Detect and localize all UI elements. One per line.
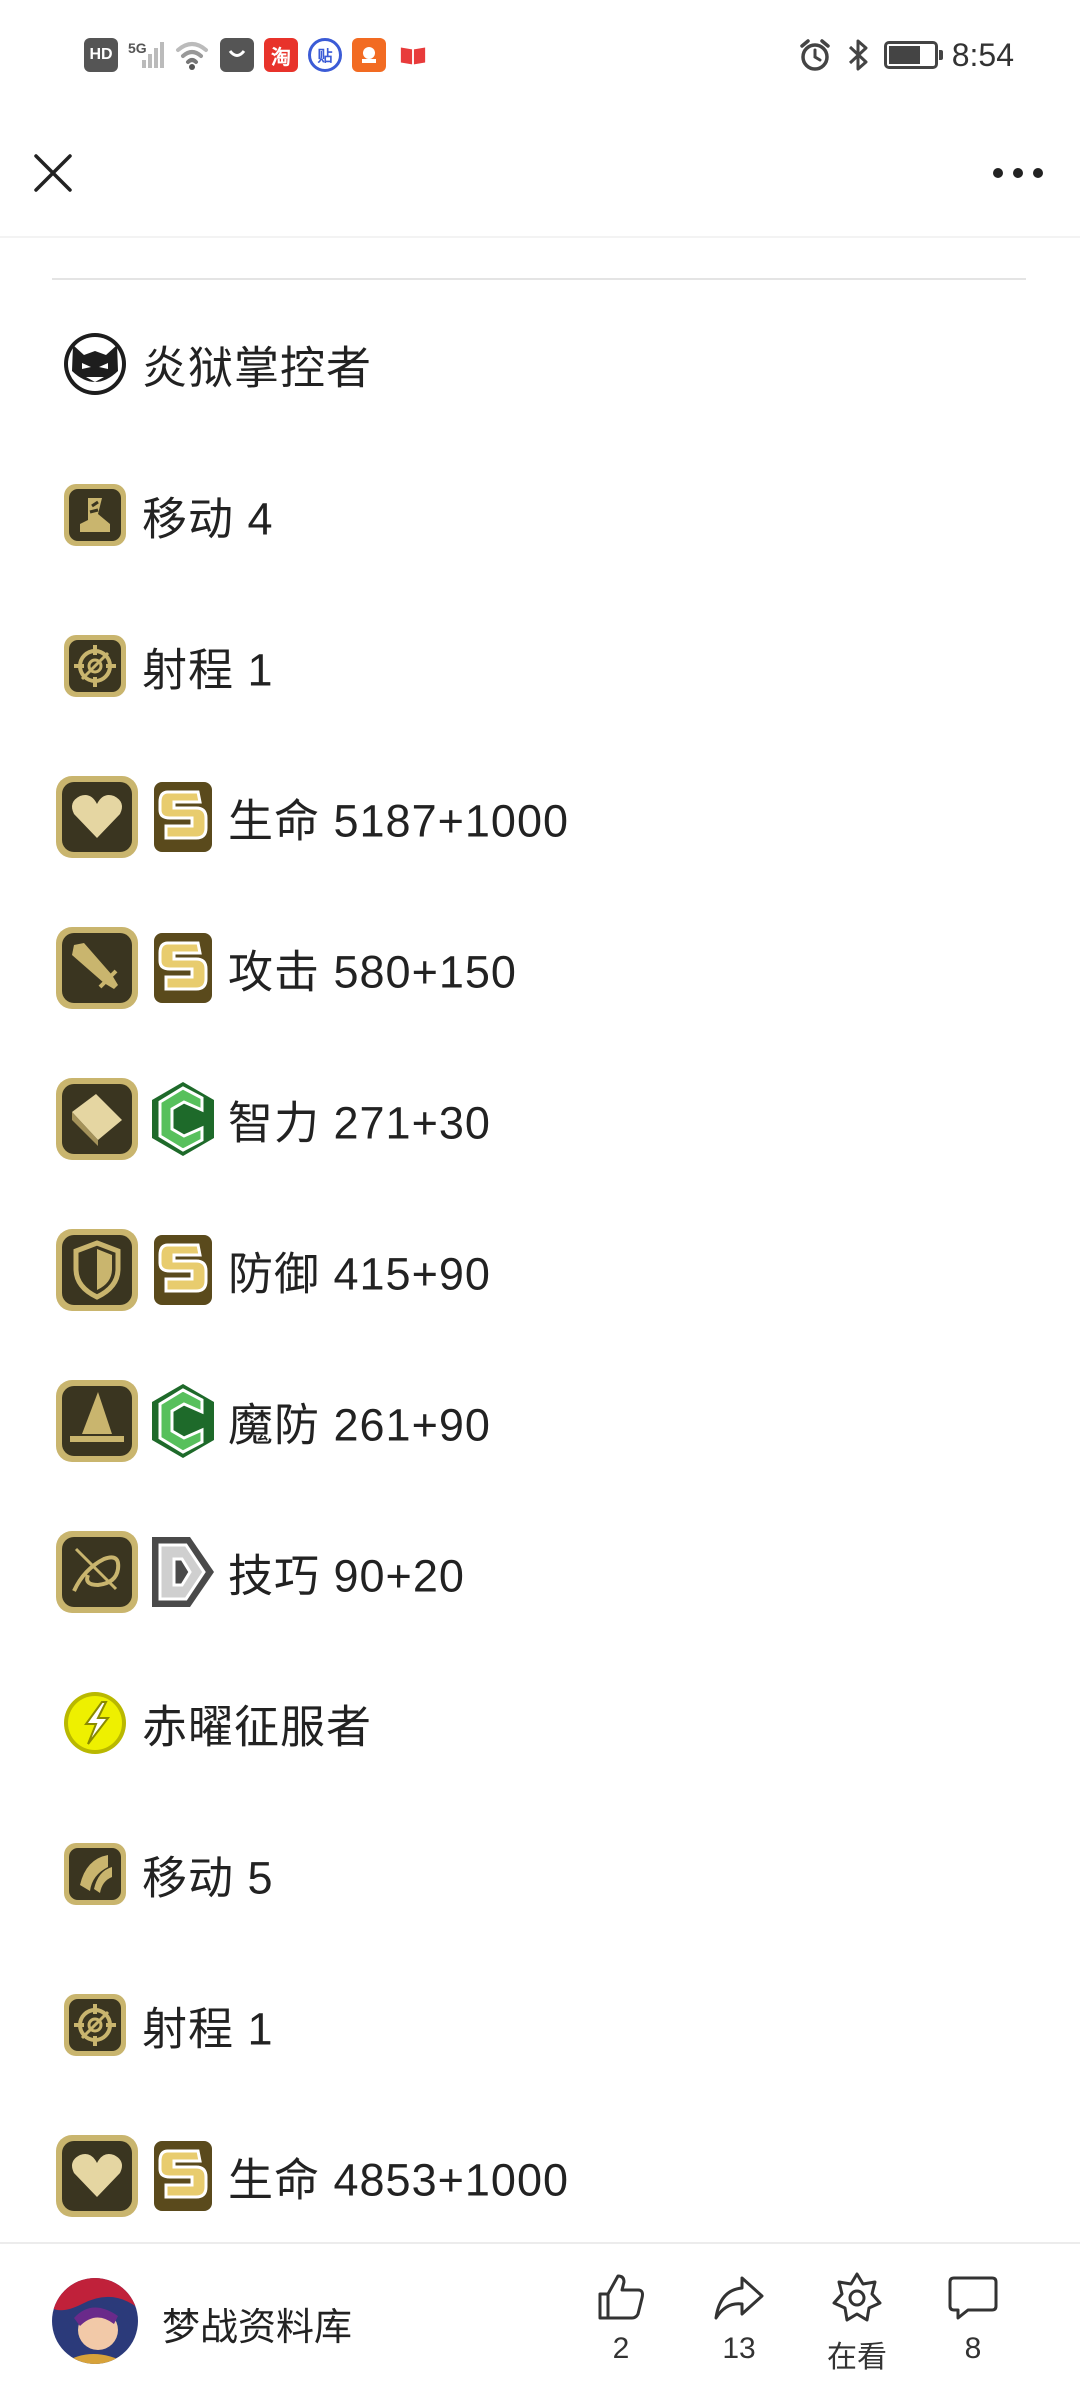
stat-label: 生命 5187+1000	[228, 795, 569, 847]
stat-label: 防御 415+90	[228, 1248, 491, 1300]
crosshair-range-icon	[64, 635, 126, 697]
wing-move-icon	[64, 1843, 126, 1905]
wow-button[interactable]: 在看	[812, 2270, 902, 2376]
stat-label: 移动 5	[142, 1852, 274, 1904]
battery-icon	[883, 41, 943, 69]
account-name[interactable]: 梦战资料库	[162, 2296, 352, 2351]
account-avatar[interactable]	[52, 2278, 138, 2364]
comment-icon	[948, 2276, 998, 2320]
grade-d-badge	[152, 1537, 214, 1607]
skill-swirl-icon	[56, 1531, 138, 1613]
share-icon	[714, 2276, 764, 2320]
crosshair-range-icon	[64, 1994, 126, 2056]
more-options-button[interactable]	[986, 155, 1050, 191]
status-bar: HD 5G 淘 贴 8:54	[0, 0, 1080, 110]
grade-s-badge	[154, 933, 212, 1003]
list-item: 赤曜征服者	[0, 1673, 1080, 1773]
bluetooth-icon	[848, 39, 868, 71]
list-item: 射程 1	[0, 1975, 1080, 2075]
sword-attack-icon	[56, 927, 138, 1009]
list-item: 炎狱掌控者	[0, 314, 1080, 414]
list-item: 射程 1	[0, 616, 1080, 716]
book-int-icon	[56, 1078, 138, 1160]
comment-button[interactable]: 8	[928, 2270, 1018, 2366]
heart-hp-icon	[56, 2135, 138, 2217]
share-count: 13	[722, 2332, 756, 2365]
wow-label: 在看	[827, 2341, 887, 2374]
list-item: 防御 415+90	[0, 1220, 1080, 1320]
wifi-icon	[176, 42, 208, 70]
grade-s-badge	[154, 2141, 212, 2211]
page-header	[0, 110, 1080, 238]
status-right: 8:54	[798, 30, 1014, 80]
list-item: 移动 4	[0, 465, 1080, 565]
list-item: 攻击 580+150	[0, 918, 1080, 1018]
stat-label: 射程 1	[142, 644, 274, 696]
heart-hp-icon	[56, 776, 138, 858]
header-divider	[0, 236, 1080, 238]
demon-face-icon	[64, 333, 126, 395]
hd-indicator: HD	[84, 38, 118, 72]
status-left: HD 5G 淘 贴	[84, 30, 430, 80]
unit-name: 赤曜征服者	[142, 1701, 373, 1753]
grade-c-badge	[152, 1082, 214, 1156]
stat-label: 技巧 90+20	[228, 1550, 465, 1602]
list-item: 移动 5	[0, 1824, 1080, 1924]
list-item: 生命 5187+1000	[0, 767, 1080, 867]
taobao-app-icon: 淘	[264, 38, 298, 72]
list-item: 魔防 261+90	[0, 1371, 1080, 1471]
xianyu-app-icon	[352, 38, 386, 72]
stat-label: 魔防 261+90	[228, 1399, 491, 1451]
grade-s-badge	[154, 782, 212, 852]
stat-label: 移动 4	[142, 493, 274, 545]
share-button[interactable]: 13	[694, 2270, 784, 2366]
alarm-icon	[799, 39, 830, 71]
unit-name: 炎狱掌控者	[142, 342, 373, 394]
shield-def-icon	[56, 1229, 138, 1311]
content-divider	[52, 278, 1026, 280]
cellular-signal-icon: 5G	[128, 38, 164, 72]
list-item: 生命 4853+1000	[0, 2126, 1080, 2226]
bag-app-icon	[220, 38, 254, 72]
thumbs-up-icon	[598, 2274, 644, 2320]
tieba-app-icon: 贴	[308, 38, 342, 72]
star-badge-icon	[832, 2272, 882, 2322]
stat-label: 攻击 580+150	[228, 946, 517, 998]
article-action-bar: 梦战资料库 2 13 在看 8	[0, 2242, 1080, 2400]
grade-s-badge	[154, 1235, 212, 1305]
comment-count: 8	[964, 2332, 982, 2365]
book-app-icon	[396, 38, 430, 72]
grade-c-badge	[152, 1384, 214, 1458]
stat-label: 生命 4853+1000	[228, 2154, 569, 2206]
list-item: 技巧 90+20	[0, 1522, 1080, 1622]
more-dots-icon	[993, 168, 1043, 178]
close-button[interactable]	[28, 148, 78, 198]
yellow-bolt-icon	[64, 1692, 126, 1754]
like-button[interactable]: 2	[576, 2270, 666, 2366]
clock-time: 8:54	[951, 36, 1014, 73]
stat-label: 射程 1	[142, 2003, 274, 2055]
avatar-image	[52, 2278, 138, 2364]
wizard-hat-mdef-icon	[56, 1380, 138, 1462]
like-count: 2	[612, 2332, 630, 2365]
boot-move-icon	[64, 484, 126, 546]
close-icon	[34, 154, 72, 192]
stat-label: 智力 271+30	[228, 1097, 491, 1149]
list-item: 智力 271+30	[0, 1069, 1080, 1169]
